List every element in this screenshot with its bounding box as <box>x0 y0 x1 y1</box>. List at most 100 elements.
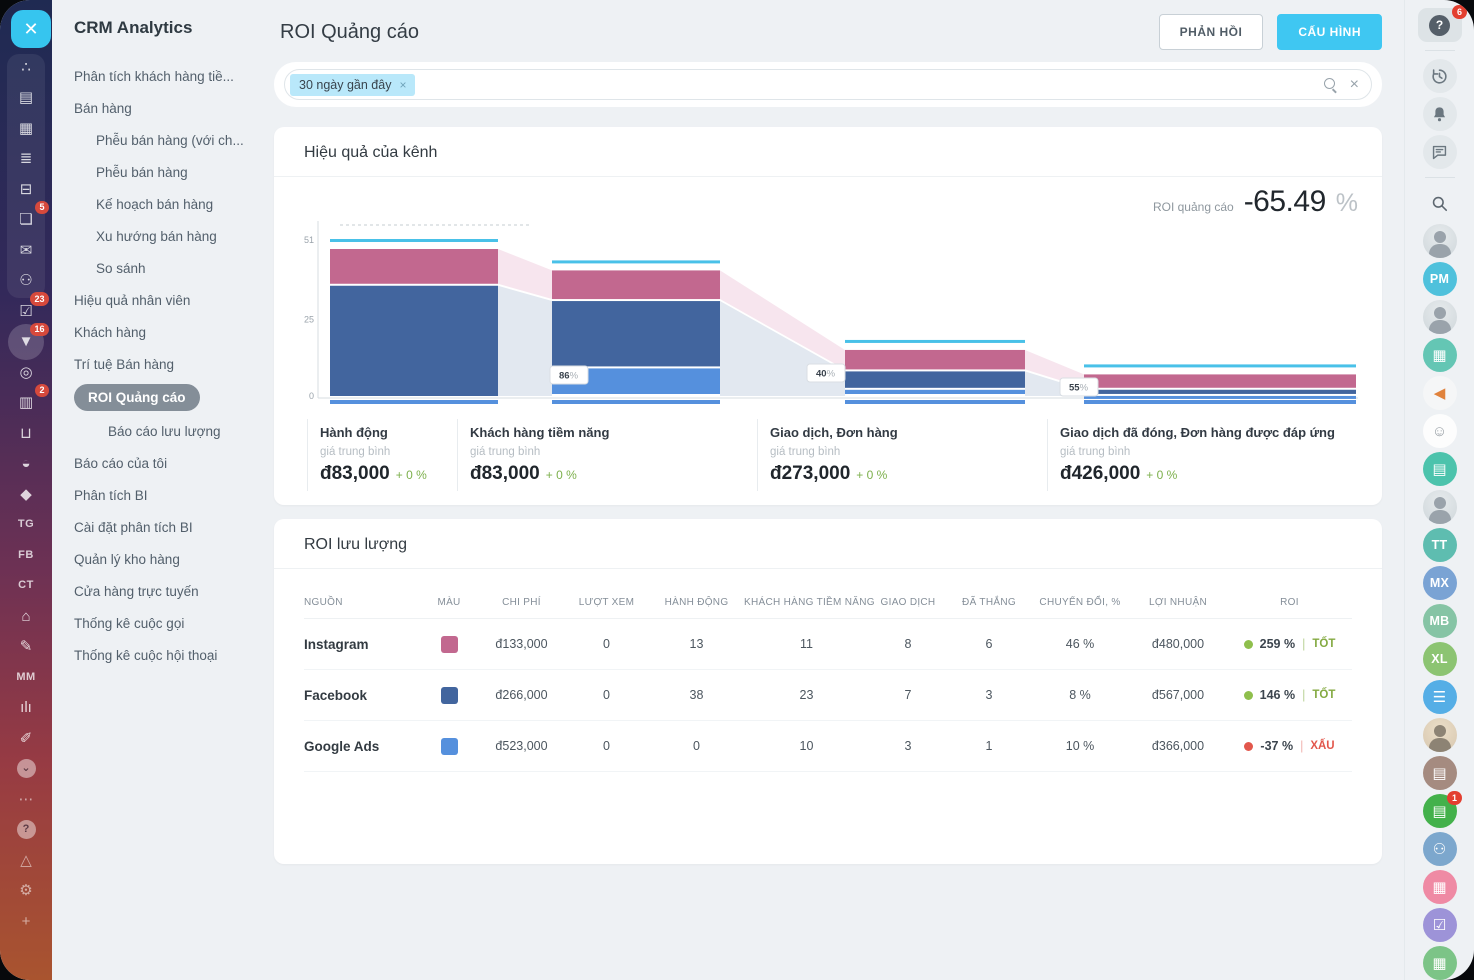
chat-icon[interactable]: ❏5 <box>11 205 41 236</box>
notifications-icon[interactable] <box>1423 97 1457 131</box>
group-avatar[interactable] <box>1423 718 1457 752</box>
drawer-icon[interactable]: ⊟ <box>11 174 41 205</box>
search-icon[interactable] <box>1423 186 1457 220</box>
sidebar-item-6[interactable]: So sánh <box>74 252 270 284</box>
svg-text:0: 0 <box>309 391 314 401</box>
user-avatar[interactable] <box>1423 224 1457 258</box>
feedback-button[interactable]: PHẢN HỒI <box>1159 14 1264 50</box>
avatar-mx[interactable]: MX <box>1423 566 1457 600</box>
history-icon[interactable] <box>1423 59 1457 93</box>
configure-button[interactable]: CẤU HÌNH <box>1277 14 1382 50</box>
user-avatar[interactable] <box>1423 490 1457 524</box>
fb-label: FB <box>18 550 34 561</box>
profit-cell: đ480,000 <box>1129 637 1227 651</box>
sidebar-item-11[interactable]: Báo cáo lưu lượng <box>74 415 270 447</box>
ct-label[interactable]: CT <box>11 571 41 602</box>
cost-cell: đ266,000 <box>479 688 564 702</box>
bear-avatar[interactable]: ☺ <box>1423 414 1457 448</box>
clear-filter-icon[interactable]: × <box>1350 77 1359 93</box>
people-icon: ⚇ <box>19 273 32 288</box>
contacts-icon[interactable]: ▥2 <box>11 388 41 419</box>
traffic-card-title: ROI lưu lượng <box>304 536 1352 554</box>
rail-divider <box>1425 50 1455 51</box>
help-button[interactable]: ?6 <box>1418 8 1462 42</box>
table-row-google-ads[interactable]: Google Adsđ523,00000103110 %đ366,000-37 … <box>304 721 1352 772</box>
chat-avatar[interactable]: ☰ <box>1423 680 1457 714</box>
add-icon[interactable]: + <box>11 906 41 937</box>
filter-input[interactable]: 30 ngày gần đây × × <box>284 69 1372 100</box>
chart-icon[interactable]: ılı <box>11 693 41 724</box>
mail-icon[interactable]: ✉ <box>11 235 41 266</box>
avatar-xl[interactable]: XL <box>1423 642 1457 676</box>
sidebar-item-5[interactable]: Xu hướng bán hàng <box>74 220 270 252</box>
svg-text:86%: 86% <box>559 371 579 382</box>
sidebar-item-10[interactable]: ROI Quảng cáo <box>74 380 270 415</box>
crm-funnel-icon[interactable]: ▼16 <box>11 327 41 358</box>
sidebar-item-3[interactable]: Phễu bán hàng <box>74 156 270 188</box>
cost-cell: đ523,000 <box>479 739 564 753</box>
more-dots-icon[interactable]: ⋯ <box>11 784 41 815</box>
network-icon[interactable]: ∴ <box>11 52 41 83</box>
sidebar-item-9[interactable]: Trí tuệ Bán hàng <box>74 348 270 380</box>
sidebar-item-18[interactable]: Thống kê cuộc hội thoại <box>74 639 270 671</box>
sidebar-item-17[interactable]: Thống kê cuộc gọi <box>74 607 270 639</box>
bottom-avatar[interactable]: ▦ <box>1423 946 1457 980</box>
cart-icon[interactable]: ⊔ <box>11 418 41 449</box>
robot-icon[interactable]: ◒ <box>11 449 41 480</box>
tasks-avatar[interactable]: ☑ <box>1423 908 1457 942</box>
close-sidebar-button[interactable]: ✕ <box>11 10 51 48</box>
sidebar-item-1[interactable]: Bán hàng <box>74 92 270 124</box>
sidebar-item-14[interactable]: Cài đặt phân tích BI <box>74 511 270 543</box>
mm-label[interactable]: MM <box>11 662 41 693</box>
deals-cell: 7 <box>869 688 947 702</box>
contact-card-avatar[interactable]: ▤ <box>1423 756 1457 790</box>
doc-avatar[interactable]: ▤ <box>1423 452 1457 486</box>
intranet-avatar[interactable]: ▤1 <box>1423 794 1457 828</box>
chat-lines-icon[interactable] <box>1423 135 1457 169</box>
collapse-icon[interactable]: ⌄ <box>11 754 41 785</box>
search-icon[interactable] <box>1323 77 1338 92</box>
tg-label[interactable]: TG <box>11 510 41 541</box>
sign-icon[interactable]: ✎ <box>11 632 41 663</box>
avatar-tt[interactable]: TT <box>1423 528 1457 562</box>
avatar-mb[interactable]: MB <box>1423 604 1457 638</box>
sidebar-item-8[interactable]: Khách hàng <box>74 316 270 348</box>
table-row-facebook[interactable]: Facebookđ266,00003823738 %đ567,000146 %|… <box>304 670 1352 721</box>
calendar-pink-avatar[interactable]: ▦ <box>1423 870 1457 904</box>
help-icon[interactable]: ? <box>11 815 41 846</box>
sidebar-item-2[interactable]: Phễu bán hàng (với ch... <box>74 124 270 156</box>
sidebar-item-12[interactable]: Báo cáo của tôi <box>74 447 270 479</box>
add-icon: + <box>22 914 31 929</box>
launch-icon[interactable]: △ <box>11 845 41 876</box>
settings-icon[interactable]: ⚙ <box>11 876 41 907</box>
sidebar-item-0[interactable]: Phân tích khách hàng tiề... <box>74 60 270 92</box>
sidebar-item-13[interactable]: Phân tích BI <box>74 479 270 511</box>
calendar-avatar[interactable]: ▦ <box>1423 338 1457 372</box>
kanban-icon[interactable]: ▤ <box>11 83 41 114</box>
target-icon[interactable]: ◎ <box>11 357 41 388</box>
fb-label[interactable]: FB <box>11 540 41 571</box>
conversion-cell: 46 % <box>1031 637 1129 651</box>
sidebar-item-16[interactable]: Cửa hàng trực tuyến <box>74 575 270 607</box>
remove-filter-tag-icon[interactable]: × <box>399 78 406 92</box>
megaphone-avatar[interactable]: ◀ <box>1423 376 1457 410</box>
conversion-cell: 8 % <box>1031 688 1129 702</box>
calendar-icon[interactable]: ▦ <box>11 113 41 144</box>
box-icon[interactable]: ◆ <box>11 479 41 510</box>
sidebar-item-4[interactable]: Kế hoạch bán hàng <box>74 188 270 220</box>
roi-status-dot <box>1244 691 1253 700</box>
avatar-pm[interactable]: PM <box>1423 262 1457 296</box>
filter-bar[interactable]: 30 ngày gần đây × × <box>274 62 1382 107</box>
people-avatar[interactable]: ⚇ <box>1423 832 1457 866</box>
roi-cell: 259 %|TỐT <box>1227 637 1352 651</box>
user-avatar[interactable] <box>1423 300 1457 334</box>
tasks-icon[interactable]: ☑23 <box>11 296 41 327</box>
table-row-instagram[interactable]: Instagramđ133,000013118646 %đ480,000259 … <box>304 619 1352 670</box>
notes-icon[interactable]: ✐ <box>11 723 41 754</box>
store-icon[interactable]: ⌂ <box>11 601 41 632</box>
filter-tag[interactable]: 30 ngày gần đây × <box>290 74 415 96</box>
sidebar-item-7[interactable]: Hiệu quả nhân viên <box>74 284 270 316</box>
column-header-10: ROI <box>1227 597 1352 608</box>
sidebar-item-15[interactable]: Quản lý kho hàng <box>74 543 270 575</box>
document-icon[interactable]: ≣ <box>11 144 41 175</box>
